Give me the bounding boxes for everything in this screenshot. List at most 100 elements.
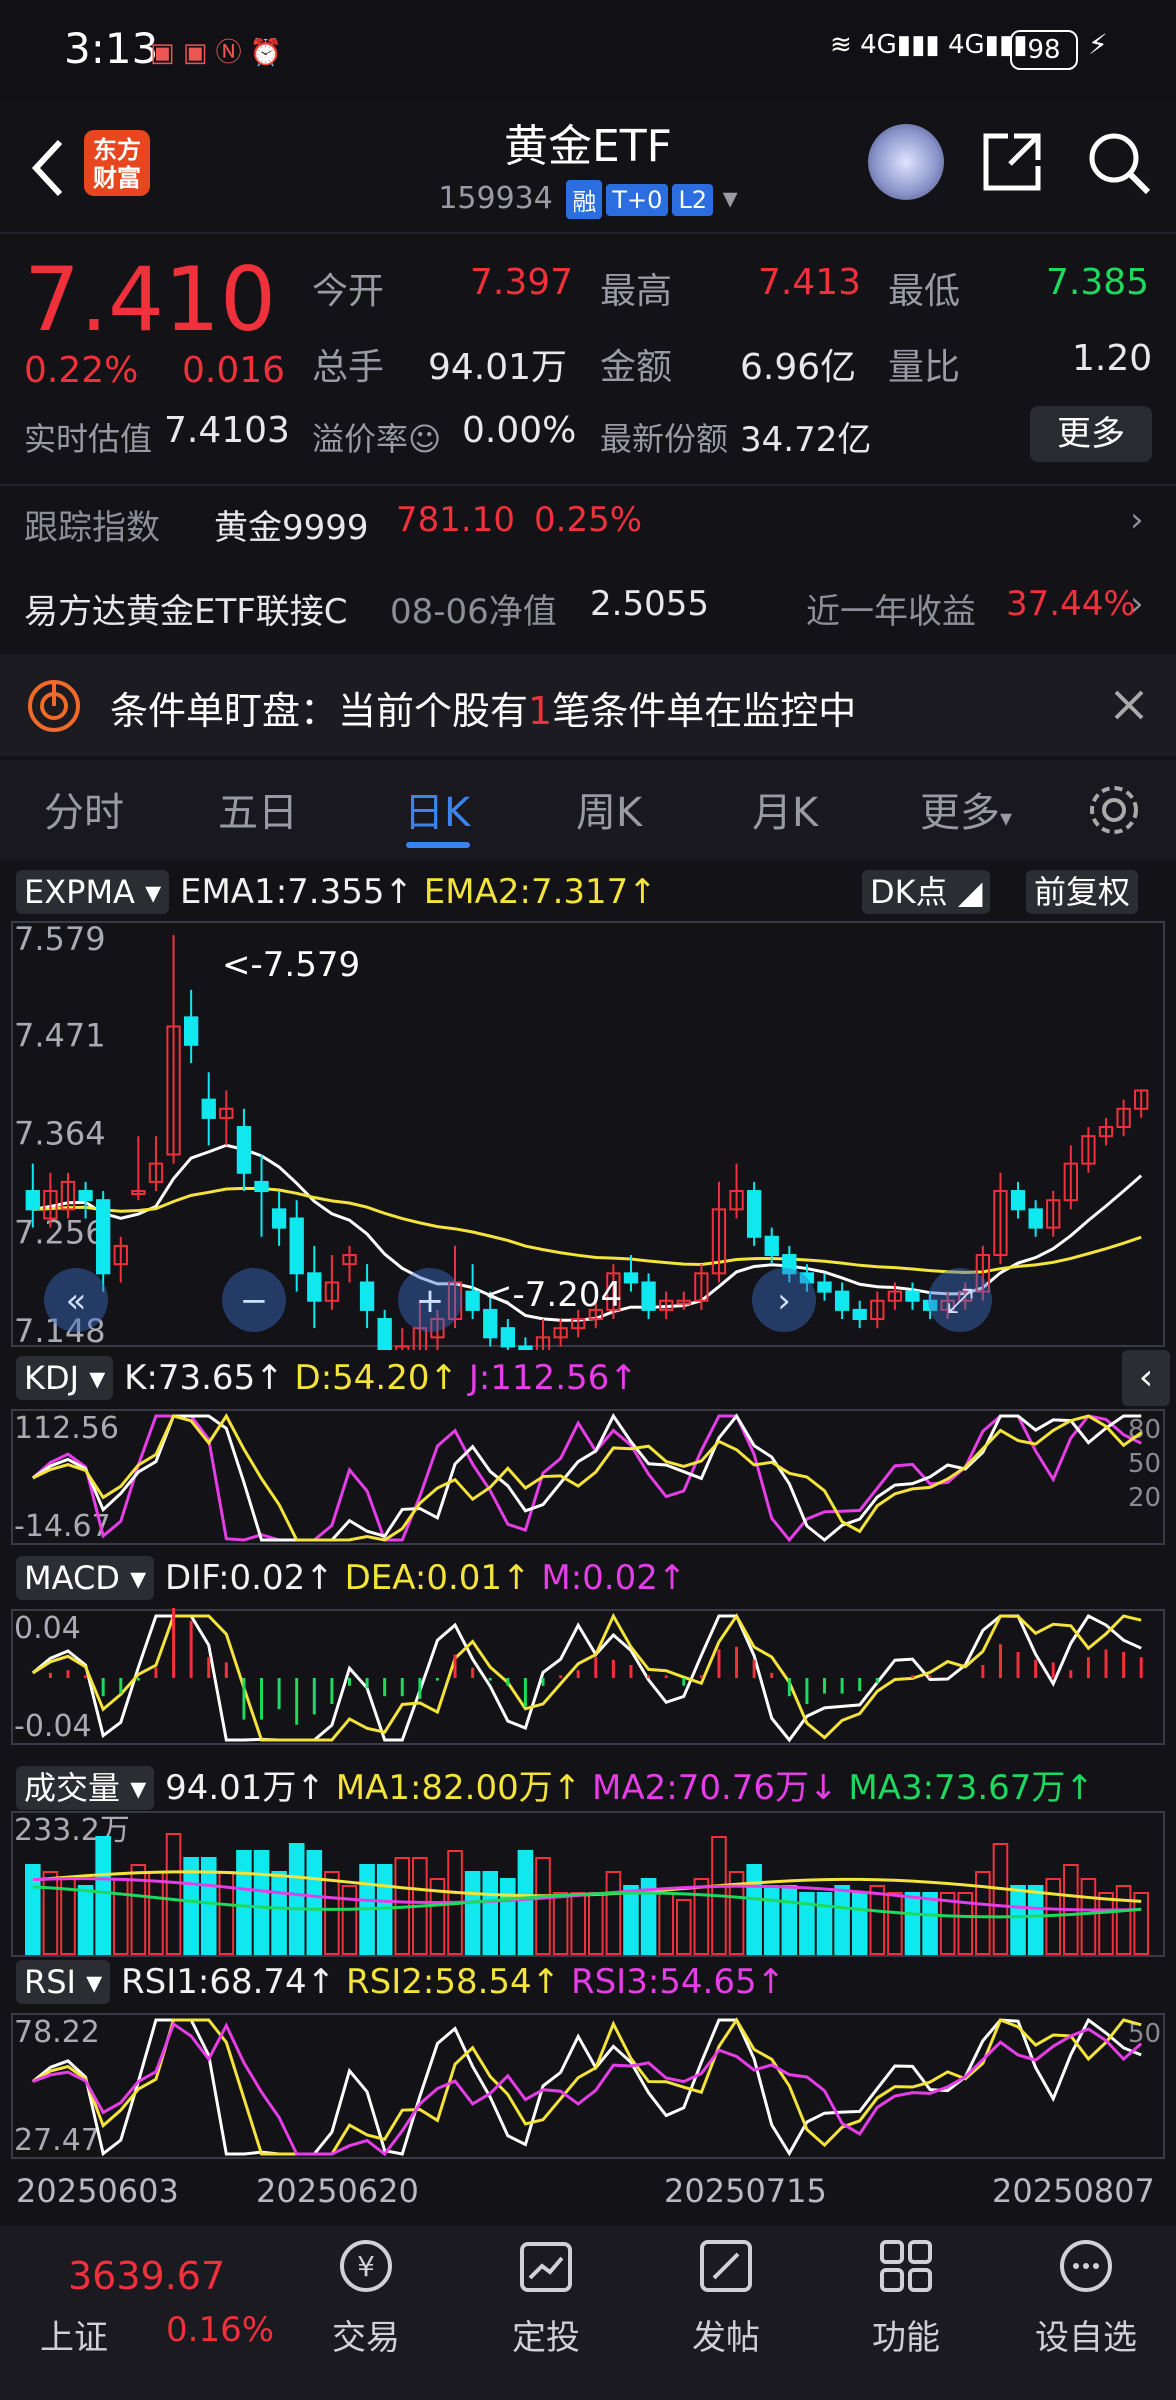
- volume-bar: [588, 1892, 604, 1955]
- signal-icons: ≋ 4G▮▮▮ 4G▮▮▮: [830, 30, 1028, 60]
- tracking-index-row[interactable]: 跟踪指数 黄金9999 781.10 0.25% ›: [0, 486, 1176, 562]
- add-watchlist-label[interactable]: 设自选: [996, 2310, 1176, 2359]
- info-icon: ☺: [408, 420, 442, 458]
- post-button[interactable]: [636, 2236, 816, 2300]
- ref-level-label: 50: [1128, 1449, 1161, 1479]
- scroll-left-button-glyph: «: [66, 1281, 87, 1321]
- candle-body: [377, 1318, 392, 1350]
- functions-label[interactable]: 功能: [816, 2310, 996, 2359]
- nav-value: 2.5055: [590, 584, 709, 624]
- volume-bar: [1010, 1885, 1026, 1955]
- share-button[interactable]: [980, 130, 1044, 198]
- indicator-select-kdj[interactable]: KDJ ▾: [16, 1356, 114, 1400]
- scroll-right-button-glyph: ›: [777, 1281, 791, 1321]
- more-button[interactable]: 更多: [1030, 406, 1152, 462]
- volume-chart: 233.2万: [11, 1811, 1165, 1957]
- share-icon: [983, 133, 1041, 191]
- tab-weekly-k[interactable]: 周K: [576, 780, 642, 838]
- candlestick-chart[interactable]: 7.5797.4717.3647.2567.148<-7.579<-7.204«…: [0, 920, 1176, 1350]
- robot-assistant-icon[interactable]: [868, 124, 944, 200]
- candle-body: [518, 1345, 533, 1350]
- volume-bar: [464, 1871, 481, 1955]
- volume-bar: [816, 1892, 833, 1955]
- adjust-button[interactable]: 前复权: [1026, 870, 1139, 914]
- volume-bar: [922, 1892, 938, 1955]
- volume-bar: [1080, 1878, 1097, 1955]
- tracking-index-pct: 0.25%: [534, 500, 643, 540]
- volume-bar: [763, 1885, 780, 1955]
- volume-bar: [324, 1871, 340, 1955]
- iopv-label: 实时估值: [24, 420, 153, 458]
- indicator-select-rsi[interactable]: RSI ▾: [16, 1960, 111, 2004]
- wifi-icon: ≋: [830, 30, 852, 60]
- zoom-out-button-glyph: −: [240, 1281, 269, 1321]
- tab-daily-k[interactable]: 日K: [404, 780, 470, 838]
- volume-bar: [500, 1878, 516, 1955]
- volume-bar: [271, 1871, 287, 1955]
- indicator-select-volume[interactable]: 成交量 ▾: [16, 1766, 155, 1810]
- volume-bar: [887, 1892, 903, 1955]
- panel-frame: [11, 1609, 1165, 1745]
- close-icon[interactable]: [1112, 688, 1146, 722]
- volume-ma-line: [32, 1885, 1142, 1919]
- plan-invest-button[interactable]: [456, 2236, 636, 2300]
- indicator-line: [31, 1614, 1142, 1743]
- stock-code: 159934: [438, 181, 553, 216]
- index-ticker[interactable]: 3639.67 上证 0.16%: [0, 2236, 290, 2400]
- candle-body: [641, 1281, 656, 1311]
- date-label: 20250620: [256, 2172, 419, 2210]
- volume-bar: [1098, 1892, 1114, 1955]
- volume-header: 成交量 ▾ 94.01万↑ MA1:82.00万↑ MA2:70.76万↓ MA…: [16, 1760, 1094, 1810]
- volume-bar: [693, 1878, 710, 1955]
- functions-button[interactable]: [816, 2236, 996, 2300]
- volume-bar: [482, 1871, 499, 1955]
- trade-label[interactable]: 交易: [276, 2310, 456, 2359]
- volume-bar: [658, 1892, 674, 1955]
- condition-order-notice[interactable]: 条件单盯盘：当前个股有1笔条件单在监控中: [0, 654, 1176, 756]
- iopv-value: 7.4103: [164, 410, 290, 451]
- post-label[interactable]: 发帖: [636, 2310, 816, 2359]
- tag-l2: L2: [672, 183, 714, 216]
- svg-text:¥: ¥: [357, 2250, 375, 2283]
- volume-bar: [675, 1899, 692, 1955]
- tab-monthly-k[interactable]: 月K: [752, 780, 818, 838]
- chevron-right-icon: ›: [1130, 500, 1144, 540]
- y-tick-label: 0.04: [14, 1611, 81, 1646]
- volume-bar: [306, 1850, 323, 1955]
- candle-body: [852, 1308, 867, 1321]
- amount-label: 金额: [600, 347, 673, 388]
- open-label: 今开: [312, 271, 385, 312]
- tab-more[interactable]: 更多▾: [920, 780, 1012, 838]
- fullscreen-button-glyph: ⤢: [946, 1281, 973, 1321]
- tab-five-day[interactable]: 五日: [218, 780, 298, 838]
- candle-body: [201, 1098, 216, 1119]
- volume-bar: [623, 1885, 639, 1955]
- ref-level-label: 20: [1128, 1483, 1161, 1513]
- low-label: 最低: [888, 271, 961, 312]
- divider: [0, 232, 1176, 234]
- y-tick-label: 7.256: [14, 1213, 106, 1251]
- dk-point-button[interactable]: DK点 ◢: [862, 870, 991, 914]
- plan-invest-label[interactable]: 定投: [456, 2310, 636, 2359]
- share-label: 最新份额: [600, 420, 729, 458]
- premium-label[interactable]: 溢价率☺: [312, 414, 441, 460]
- amount-value: 6.96亿: [740, 347, 857, 388]
- volume-bar: [218, 1871, 235, 1955]
- tracking-index-value: 781.10: [396, 500, 515, 540]
- trade-button[interactable]: ¥: [276, 2236, 456, 2300]
- indicator-line: [32, 2021, 1143, 2157]
- candle-body: [1010, 1190, 1026, 1211]
- linked-fund-row[interactable]: 易方达黄金ETF联接C 08-06净值 2.5055 近一年收益 37.44% …: [0, 570, 1176, 646]
- add-watchlist-button[interactable]: [996, 2236, 1176, 2300]
- tab-intraday[interactable]: 分时: [44, 780, 124, 838]
- panel-frame: [11, 2013, 1165, 2159]
- indicator-select-macd[interactable]: MACD ▾: [16, 1556, 155, 1600]
- search-button[interactable]: [1084, 128, 1154, 202]
- settings-gear-icon[interactable]: [1086, 782, 1142, 838]
- collapse-panel-button[interactable]: ‹: [1122, 1350, 1170, 1406]
- indicator-select-expma[interactable]: EXPMA ▾: [16, 870, 170, 914]
- volume-bar: [341, 1885, 358, 1955]
- volume-bar: [253, 1850, 270, 1955]
- volume-bar: [112, 1878, 129, 1955]
- dropdown-caret-icon[interactable]: ▾: [723, 181, 738, 216]
